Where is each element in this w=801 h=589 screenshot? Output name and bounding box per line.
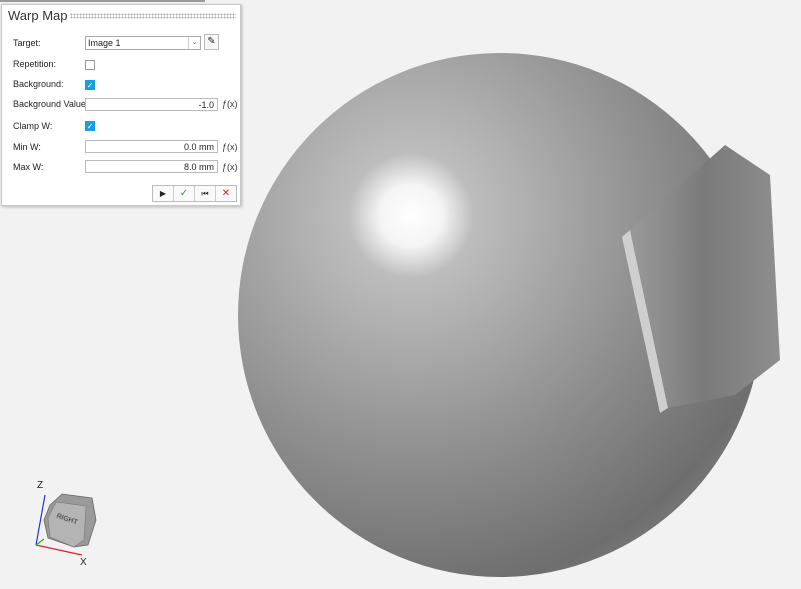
axis-z-label: Z (37, 480, 44, 491)
run-button[interactable]: ▶ (153, 186, 174, 201)
background-value-label: Background Value: (13, 99, 89, 109)
fx-button[interactable]: ƒ(x) (222, 99, 238, 109)
clamp-w-label: Clamp W: (13, 121, 53, 131)
target-select[interactable]: Image 1 ⌄ (85, 36, 201, 50)
axis-x-label: X (80, 557, 87, 568)
max-w-label: Max W: (13, 162, 44, 172)
action-buttons: ▶ ✓ ⏮ ✕ (152, 185, 237, 202)
clamp-w-checkbox[interactable]: ✓ (85, 121, 95, 131)
panel-drag-handle[interactable] (70, 13, 236, 19)
chevron-down-icon[interactable]: ⌄ (188, 37, 200, 49)
cancel-button[interactable]: ✕ (216, 186, 236, 201)
fx-button[interactable]: ƒ(x) (222, 162, 238, 172)
target-label: Target: (13, 38, 41, 48)
warp-map-panel: Warp Map Target: Image 1 ⌄ ✎ Repetition: … (1, 4, 241, 206)
min-w-label: Min W: (13, 142, 41, 152)
background-label: Background: (13, 79, 64, 89)
repetition-label: Repetition: (13, 59, 57, 69)
repetition-checkbox[interactable] (85, 60, 95, 70)
fx-button[interactable]: ƒ(x) (222, 142, 238, 152)
min-w-input[interactable]: 0.0 mm (85, 140, 218, 153)
ok-button[interactable]: ✓ (174, 186, 195, 201)
background-value-input[interactable]: -1.0 (85, 98, 218, 111)
background-checkbox[interactable]: ✓ (85, 80, 95, 90)
edit-icon[interactable]: ✎ (204, 34, 219, 50)
reset-button[interactable]: ⏮ (195, 186, 216, 201)
target-value: Image 1 (88, 38, 121, 48)
max-w-input[interactable]: 8.0 mm (85, 160, 218, 173)
panel-title: Warp Map (8, 8, 68, 23)
